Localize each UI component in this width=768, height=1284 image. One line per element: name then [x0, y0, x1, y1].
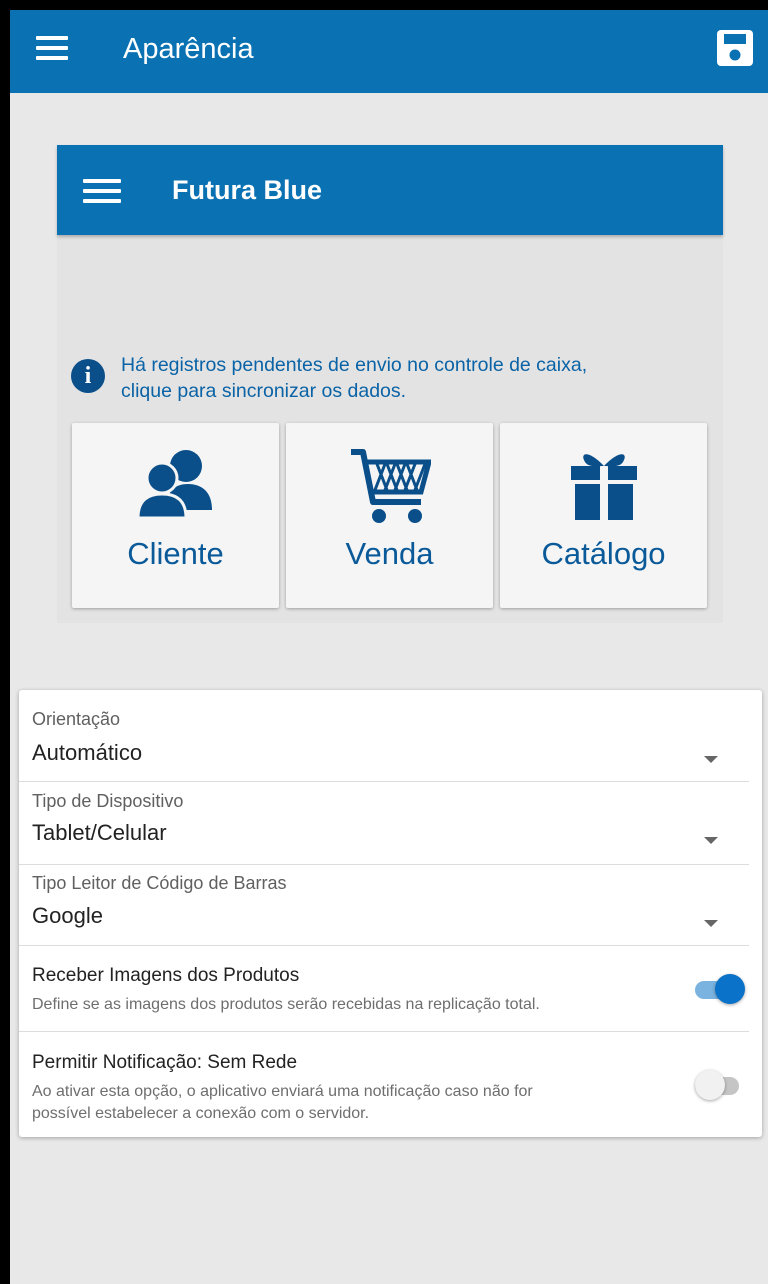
- notice-line-1: Há registros pendentes de envio no contr…: [121, 354, 588, 376]
- app-bar: Aparência: [10, 10, 768, 93]
- orientation-select[interactable]: Orientação Automático: [19, 690, 762, 780]
- notify-no-network-description: Ao ativar esta opção, o aplicativo envia…: [32, 1083, 533, 1122]
- preview-app-bar: Futura Blue: [57, 145, 723, 235]
- tile-label: Cliente: [127, 536, 224, 571]
- chevron-down-icon: [704, 837, 718, 844]
- notice-text: Há registros pendentes de envio no contr…: [121, 352, 587, 404]
- preview-title: Futura Blue: [172, 175, 323, 205]
- preview-menu-icon: [83, 179, 121, 205]
- receive-images-title: Receber Imagens dos Produtos: [32, 965, 300, 986]
- menu-icon[interactable]: [36, 36, 68, 62]
- device-type-label: Tipo de Dispositivo: [32, 791, 184, 811]
- notify-no-network-toggle[interactable]: [695, 1068, 747, 1102]
- tile-label: Catálogo: [541, 536, 666, 571]
- page-title: Aparência: [123, 33, 254, 65]
- info-icon: i: [71, 359, 105, 393]
- tile-catalogo[interactable]: Catálogo: [500, 423, 707, 608]
- settings-card: Orientação Automático Tipo de Dispositiv…: [19, 690, 762, 1137]
- cart-icon: [350, 449, 431, 523]
- device-type-value: Tablet/Celular: [32, 820, 167, 845]
- notice-line-2: clique para sincronizar os dados.: [121, 380, 407, 402]
- gift-icon: [570, 454, 637, 520]
- orientation-label: Orientação: [32, 709, 121, 729]
- receive-images-setting[interactable]: Receber Imagens dos Produtos Define se a…: [19, 946, 762, 1030]
- notify-no-network-setting[interactable]: Permitir Notificação: Sem Rede Ao ativar…: [19, 1032, 762, 1137]
- tile-venda[interactable]: Venda: [286, 423, 493, 608]
- barcode-reader-value: Google: [32, 903, 103, 928]
- orientation-value: Automático: [32, 740, 143, 765]
- receive-images-description: Define se as imagens dos produtos serão …: [32, 996, 540, 1013]
- notify-no-network-title: Permitir Notificação: Sem Rede: [32, 1052, 298, 1073]
- theme-preview: Futura Blue i Há registros pendentes de …: [57, 145, 723, 623]
- users-icon: [135, 450, 212, 520]
- tile-cliente[interactable]: Cliente: [72, 423, 279, 608]
- barcode-reader-label: Tipo Leitor de Código de Barras: [32, 873, 287, 893]
- window-frame-left: [0, 0, 10, 1284]
- device-type-select[interactable]: Tipo de Dispositivo Tablet/Celular: [19, 782, 762, 864]
- save-icon[interactable]: [715, 28, 755, 68]
- barcode-reader-select[interactable]: Tipo Leitor de Código de Barras Google: [19, 865, 762, 945]
- chevron-down-icon: [704, 756, 718, 763]
- receive-images-toggle[interactable]: [695, 972, 747, 1006]
- chevron-down-icon: [704, 920, 718, 927]
- tile-label: Venda: [345, 536, 434, 571]
- window-frame-top: [0, 0, 768, 10]
